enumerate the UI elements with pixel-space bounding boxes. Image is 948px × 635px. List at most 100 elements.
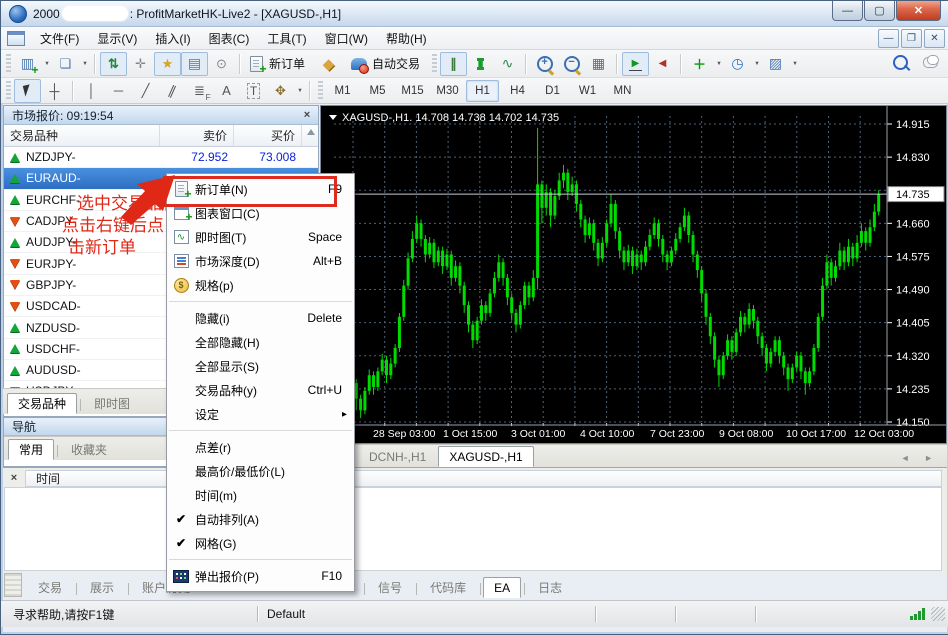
context-menu-item-隐藏(i)[interactable]: 隐藏(i)Delete: [167, 306, 354, 330]
candlestick-button[interactable]: [467, 52, 494, 76]
child-minimize-button[interactable]: —: [878, 29, 899, 48]
context-menu-item-规格(p)[interactable]: 规格(p): [167, 273, 354, 297]
templates-dropdown[interactable]: [789, 53, 800, 75]
column-header-交易品种[interactable]: 交易品种: [4, 125, 160, 146]
horizontal-line-button[interactable]: [105, 79, 132, 103]
fibonacci-button[interactable]: [186, 79, 213, 103]
toolbar-gripper[interactable]: [432, 54, 437, 74]
scroll-up-icon[interactable]: [307, 129, 315, 135]
terminal-dock-gripper[interactable]: [4, 573, 22, 597]
context-menu-item-设定[interactable]: 设定: [167, 402, 354, 426]
data-window-button[interactable]: [127, 52, 154, 76]
market-watch-header[interactable]: 市场报价: 09:19:54: [4, 106, 318, 125]
arrows-button[interactable]: [267, 79, 294, 103]
trendline-button[interactable]: [132, 79, 159, 103]
toolbar-gripper[interactable]: [6, 81, 11, 101]
maximize-button[interactable]: ▢: [864, 1, 895, 21]
context-menu-item-网格(G)[interactable]: 网格(G): [167, 531, 354, 555]
chart-tab-DCNH-,H1[interactable]: DCNH-,H1: [358, 446, 437, 467]
menu-文件(F)[interactable]: 文件(F): [31, 27, 88, 50]
arrows-dropdown[interactable]: [294, 80, 305, 102]
chart-window[interactable]: 14.91514.83014.74514.66014.57514.49014.4…: [320, 105, 947, 444]
context-menu-item-市场深度(D)[interactable]: 市场深度(D)Alt+B: [167, 249, 354, 273]
zoom-in-button[interactable]: [531, 52, 558, 76]
terminal-tab-代码库[interactable]: 代码库: [419, 577, 477, 598]
cursor-tool-button[interactable]: [14, 79, 41, 103]
bar-chart-button[interactable]: [440, 52, 467, 76]
tab-scroll-arrows-icon[interactable]: [901, 453, 939, 463]
chart-window-icon[interactable]: [7, 31, 25, 46]
chat-button[interactable]: [921, 53, 939, 71]
context-menu-item-全部隐藏(H)[interactable]: 全部隐藏(H): [167, 330, 354, 354]
search-button[interactable]: [891, 53, 909, 71]
tile-windows-button[interactable]: [585, 52, 612, 76]
indicators-dropdown[interactable]: [713, 53, 724, 75]
text-label-button[interactable]: [240, 79, 267, 103]
toolbar-gripper[interactable]: [6, 54, 11, 74]
terminal-tab-EA[interactable]: EA: [483, 577, 521, 598]
minimize-button[interactable]: —: [832, 1, 863, 21]
candlestick-chart[interactable]: 14.91514.83014.74514.66014.57514.49014.4…: [321, 106, 946, 443]
text-tool-button[interactable]: [213, 79, 240, 103]
navigator-tab-收藏夹[interactable]: 收藏夹: [60, 439, 118, 460]
menu-插入(I)[interactable]: 插入(I): [146, 27, 199, 50]
timeframe-M30[interactable]: M30: [431, 80, 464, 102]
timeframe-MN[interactable]: MN: [606, 80, 639, 102]
close-button[interactable]: ✕: [896, 1, 941, 21]
status-profile[interactable]: Default: [259, 607, 595, 621]
vertical-line-button[interactable]: [78, 79, 105, 103]
context-menu-item-时间(m)[interactable]: 时间(m): [167, 483, 354, 507]
market-watch-close-icon[interactable]: [300, 108, 314, 122]
periods-button[interactable]: [724, 52, 751, 76]
profiles-dropdown[interactable]: [79, 53, 90, 75]
timeframe-M5[interactable]: M5: [361, 80, 394, 102]
context-menu-item-最高价/最低价(L)[interactable]: 最高价/最低价(L): [167, 459, 354, 483]
menu-图表(C)[interactable]: 图表(C): [200, 27, 259, 50]
column-header-卖价[interactable]: 卖价: [160, 125, 234, 146]
indicators-button[interactable]: [686, 52, 713, 76]
navigator-tab-常用[interactable]: 常用: [8, 439, 54, 460]
menu-帮助(H)[interactable]: 帮助(H): [377, 27, 436, 50]
menu-窗口(W)[interactable]: 窗口(W): [316, 27, 377, 50]
metaeditor-button[interactable]: [315, 52, 342, 76]
context-menu-item-即时图(T)[interactable]: 即时图(T)Space: [167, 225, 354, 249]
child-restore-button[interactable]: ❐: [901, 29, 922, 48]
chart-tab-XAGUSD-,H1[interactable]: XAGUSD-,H1: [438, 446, 533, 467]
terminal-tab-日志[interactable]: 日志: [527, 577, 573, 598]
title-bar[interactable]: 2000 : ProfitMarketHK-Live2 - [XAGUSD-,H…: [1, 1, 948, 27]
context-menu-item-点差(r)[interactable]: 点差(r): [167, 435, 354, 459]
market-watch-tab-即时图[interactable]: 即时图: [83, 393, 141, 414]
context-menu-item-弹出报价(P)[interactable]: 弹出报价(P)F10: [167, 564, 354, 588]
context-menu-item-交易品种(y)[interactable]: 交易品种(y)Ctrl+U: [167, 378, 354, 402]
navigator-toggle-button[interactable]: [154, 52, 181, 76]
timeframe-D1[interactable]: D1: [536, 80, 569, 102]
line-chart-button[interactable]: [494, 52, 521, 76]
timeframe-M15[interactable]: M15: [396, 80, 429, 102]
toolbar-gripper[interactable]: [318, 81, 323, 101]
profiles-button[interactable]: [52, 52, 79, 76]
child-close-button[interactable]: ✕: [924, 29, 945, 48]
timeframe-M1[interactable]: M1: [326, 80, 359, 102]
auto-scroll-button[interactable]: [622, 52, 649, 76]
new-order-button[interactable]: 新订单: [245, 52, 307, 76]
column-header-买价[interactable]: 买价: [234, 125, 302, 146]
context-menu-item-全部显示(S)[interactable]: 全部显示(S): [167, 354, 354, 378]
menu-显示(V)[interactable]: 显示(V): [88, 27, 146, 50]
timeframe-W1[interactable]: W1: [571, 80, 604, 102]
terminal-tab-展示[interactable]: 展示: [79, 577, 125, 598]
new-chart-dropdown[interactable]: [41, 53, 52, 75]
autotrading-button[interactable]: 自动交易: [348, 52, 422, 76]
new-chart-button[interactable]: [14, 52, 41, 76]
terminal-column-header[interactable]: 时间: [25, 470, 942, 487]
crosshair-tool-button[interactable]: [41, 79, 68, 103]
timeframe-H1[interactable]: H1: [466, 80, 499, 102]
zoom-out-button[interactable]: [558, 52, 585, 76]
resize-grip[interactable]: [931, 607, 945, 621]
terminal-toggle-button[interactable]: [181, 52, 208, 76]
context-menu-item-自动排列(A)[interactable]: 自动排列(A): [167, 507, 354, 531]
market-watch-toggle-button[interactable]: [100, 52, 127, 76]
menu-工具(T)[interactable]: 工具(T): [258, 27, 315, 50]
terminal-tab-信号[interactable]: 信号: [367, 577, 413, 598]
terminal-close-icon[interactable]: [7, 471, 21, 485]
timeframe-H4[interactable]: H4: [501, 80, 534, 102]
